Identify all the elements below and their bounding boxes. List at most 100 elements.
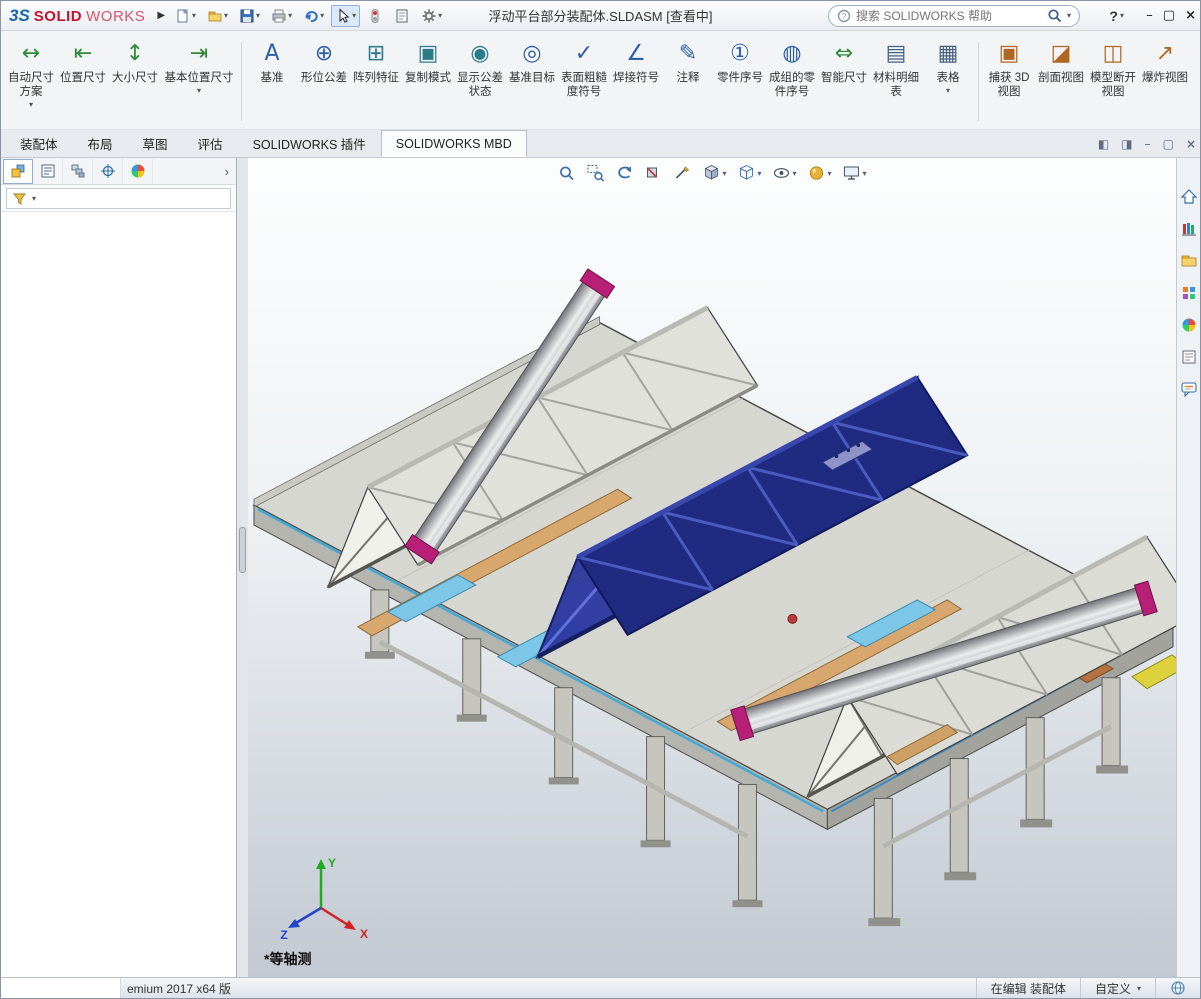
splitter-handle[interactable] — [239, 526, 246, 573]
view-orientation-cube-icon — [704, 165, 719, 180]
document-window-controls: ◧ ◨ – ▢ × — [1098, 130, 1196, 157]
ribbon-button-datum[interactable]: A 基准 — [246, 34, 298, 129]
tree-filter-field[interactable]: ▾ — [6, 187, 231, 209]
doc-close-button[interactable]: × — [1186, 137, 1196, 151]
ribbon-button-pattern-feature[interactable]: ⊞ 阵列特征 — [350, 34, 402, 129]
ribbon-button-weld-symbol[interactable]: ∠ 焊接符号 — [610, 34, 662, 129]
doc-restore-button[interactable]: ▢ — [1163, 137, 1174, 151]
section-view-button[interactable] — [642, 162, 664, 184]
solidworks-forum-tab[interactable] — [1180, 380, 1198, 401]
ribbon-button-model-break-view[interactable]: ◫ 模型断开视图 — [1087, 34, 1139, 129]
design-library-tab[interactable] — [1180, 220, 1198, 241]
print-button[interactable]: ▾ — [267, 5, 296, 27]
ribbon-button-capture-3d-view[interactable]: ▣ 捕获 3D 视图 — [983, 34, 1035, 129]
select-cursor-icon — [339, 7, 350, 23]
search-scope-icon[interactable]: ? — [837, 9, 851, 23]
ribbon-button-geometric-tolerance[interactable]: ⊕ 形位公差 — [298, 34, 350, 129]
ribbon-button-show-tolerance-status[interactable]: ◉ 显示公差状态 — [454, 34, 506, 129]
restore-button[interactable]: ▢ — [1163, 8, 1175, 23]
connection-status[interactable] — [1155, 978, 1200, 998]
design-library-icon — [1181, 223, 1196, 236]
ribbon-button-copy-scheme[interactable]: ▣ 复制模式 — [402, 34, 454, 129]
tab-dimxpert-manager[interactable] — [93, 158, 123, 184]
select-button[interactable]: ▾ — [331, 4, 361, 27]
ribbon-button-balloon[interactable]: ① 零件序号 — [714, 34, 766, 129]
pane-collapse-left-icon[interactable]: ◧ — [1098, 137, 1109, 151]
ribbon-button-size-dimension[interactable]: ↕ 大小尺寸 — [109, 34, 161, 129]
ribbon-button-table[interactable]: ▦ 表格 ▾ — [922, 34, 974, 129]
rebuild-button[interactable] — [363, 5, 387, 27]
minimize-button[interactable]: – — [1146, 8, 1153, 23]
copy-scheme-icon: ▣ — [417, 41, 439, 66]
custom-properties-tab[interactable] — [1180, 348, 1198, 369]
hide-show-items-button[interactable]: ▾ — [770, 162, 798, 184]
tab-feature-manager[interactable] — [3, 158, 33, 184]
model-canvas[interactable] — [248, 158, 1176, 977]
ribbon-button-bill-of-materials[interactable]: ▤ 材料明细表 — [870, 34, 922, 129]
close-button[interactable]: × — [1185, 8, 1196, 23]
ribbon-button-exploded-view[interactable]: ↗ 爆炸视图 — [1139, 34, 1191, 129]
ribbon-button-note[interactable]: ✎ 注释 — [662, 34, 714, 129]
eye-icon — [773, 167, 790, 179]
annotation-views-button[interactable] — [671, 162, 693, 184]
zoom-to-area-button[interactable] — [584, 162, 606, 184]
save-button[interactable]: ▾ — [235, 5, 264, 27]
menu-flyout-arrow[interactable]: ▶ — [151, 10, 171, 21]
tree-filter-row: ▾ — [1, 185, 236, 212]
solidworks-resources-tab[interactable] — [1180, 188, 1198, 209]
model-break-view-icon: ◫ — [1102, 41, 1124, 66]
view-orientation-button[interactable]: ▾ — [700, 162, 728, 184]
file-explorer-tab[interactable] — [1180, 252, 1198, 273]
display-style-icon — [739, 164, 754, 180]
tab-solidworks-addins[interactable]: SOLIDWORKS 插件 — [238, 130, 381, 157]
tab-layout[interactable]: 布局 — [73, 130, 128, 157]
ribbon-button-smart-dimension[interactable]: ⇔ 智能尺寸 — [818, 34, 870, 129]
tab-configuration-manager[interactable] — [63, 158, 93, 184]
table-icon: ▦ — [937, 41, 959, 66]
print-icon — [272, 9, 286, 22]
ribbon-button-auto-dimension-scheme[interactable]: ↔ 自动尺寸方案 ▾ — [5, 34, 57, 129]
tab-property-manager[interactable] — [33, 158, 63, 184]
ribbon-button-datum-target[interactable]: ◎ 基准目标 — [506, 34, 558, 129]
weld-symbol-icon: ∠ — [626, 41, 646, 66]
search-icon[interactable] — [1047, 8, 1062, 23]
pane-expand-right-icon[interactable]: ◨ — [1121, 137, 1132, 151]
ribbon-button-basic-location-dimension[interactable]: ⇥ 基本位置尺寸 ▾ — [161, 34, 237, 129]
new-file-icon — [177, 8, 188, 22]
tab-assembly[interactable]: 装配体 — [5, 130, 73, 157]
display-style-button[interactable]: ▾ — [735, 162, 763, 184]
filter-funnel-icon — [13, 193, 26, 205]
options-button[interactable]: ▾ — [417, 5, 446, 27]
doc-minimize-button[interactable]: – — [1145, 137, 1151, 151]
edit-appearance-button[interactable]: ▾ — [806, 162, 834, 184]
size-dimension-icon: ↕ — [125, 41, 145, 66]
ribbon-button-location-dimension[interactable]: ⇤ 位置尺寸 — [57, 34, 109, 129]
search-input[interactable] — [856, 8, 1042, 23]
feature-tree-body[interactable] — [1, 212, 236, 977]
dropdown-caret: ▾ — [196, 86, 201, 95]
new-button[interactable]: ▾ — [171, 5, 200, 27]
tab-display-manager[interactable] — [123, 158, 153, 184]
zoom-to-fit-icon — [560, 166, 574, 181]
dropdown-caret: ▾ — [28, 100, 33, 109]
tab-evaluate[interactable]: 评估 — [183, 130, 238, 157]
units-selector[interactable]: 自定义 ▾ — [1079, 978, 1155, 998]
ribbon-button-section-view[interactable]: ◪ 剖面视图 — [1035, 34, 1087, 129]
tab-sketch[interactable]: 草图 — [128, 130, 183, 157]
file-properties-button[interactable] — [390, 5, 414, 27]
panel-splitter — [237, 158, 248, 977]
view-palette-tab[interactable] — [1180, 284, 1198, 305]
capture-3d-view-icon: ▣ — [998, 41, 1020, 66]
panel-tabs-overflow-chevron[interactable]: › — [218, 164, 236, 179]
graphics-area: ▾ ▾ ▾ ▾ ▾ Y X Z *等轴测 — [248, 158, 1176, 977]
ribbon-button-stacked-balloon[interactable]: ◍ 成组的零件序号 — [766, 34, 818, 129]
previous-view-button[interactable] — [613, 162, 635, 184]
appearances-scenes-tab[interactable] — [1180, 316, 1198, 337]
help-menu[interactable]: ? ▾ — [1109, 8, 1124, 24]
undo-button[interactable]: ▾ — [299, 5, 328, 27]
open-button[interactable]: ▾ — [203, 5, 232, 27]
zoom-to-fit-button[interactable] — [555, 162, 577, 184]
tab-solidworks-mbd[interactable]: SOLIDWORKS MBD — [380, 130, 527, 157]
ribbon-button-surface-finish[interactable]: ✓ 表面粗糙度符号 — [558, 34, 610, 129]
view-settings-button[interactable]: ▾ — [841, 162, 869, 184]
